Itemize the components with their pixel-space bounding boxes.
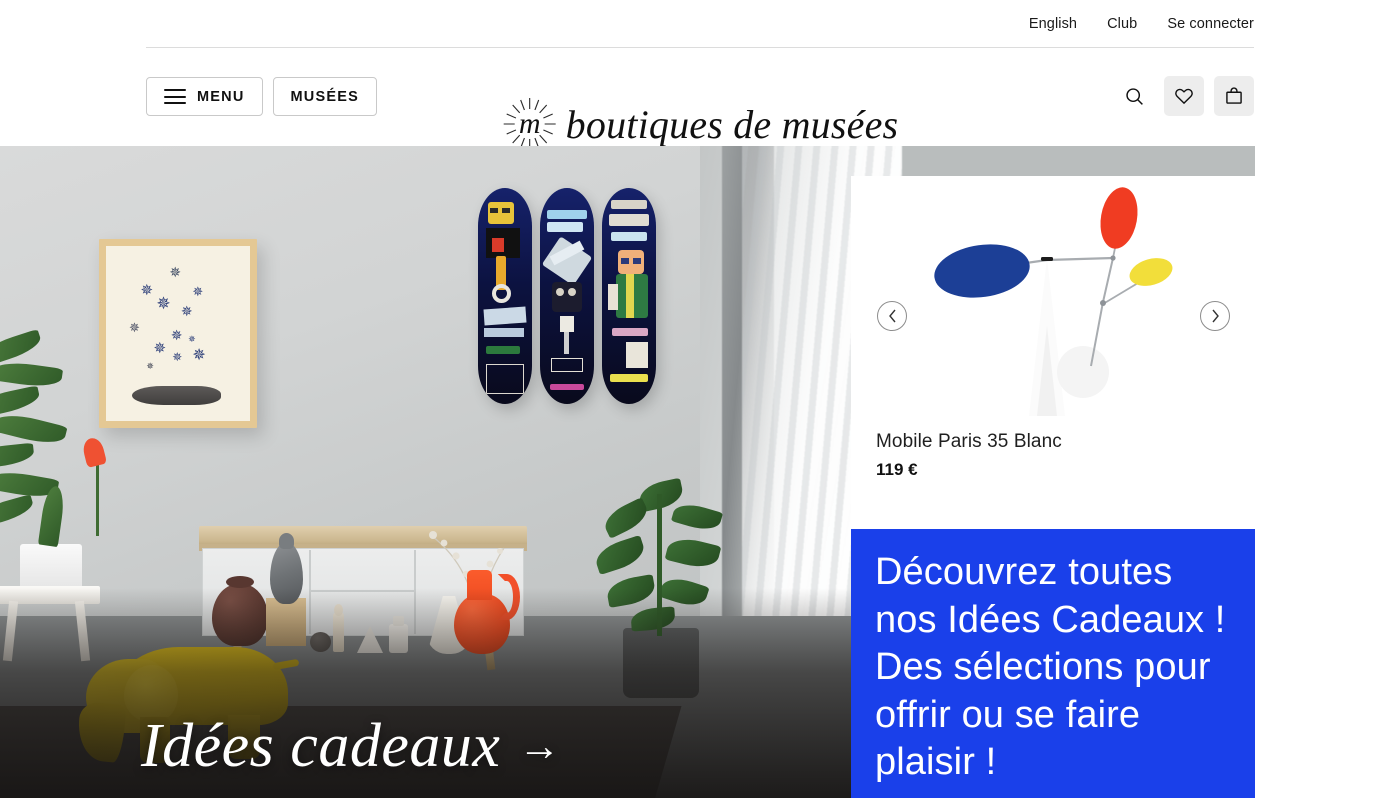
search-icon[interactable] (1114, 76, 1154, 116)
product-title: Mobile Paris 35 Blanc (876, 431, 1062, 452)
right-gutter (1255, 146, 1400, 798)
site-logo[interactable]: m boutiques de musées (502, 96, 899, 152)
framed-poster: ✵ ✵ ✵ ✵ ✵ ✵ ✵ ✵ ✵ ✵ ✵ ✵ (99, 239, 257, 428)
arrow-right-icon: → (518, 723, 561, 770)
white-jar (389, 616, 408, 653)
museums-button[interactable]: MUSÉES (272, 77, 377, 116)
login-link[interactable]: Se connecter (1167, 16, 1254, 32)
product-price: 119 € (876, 460, 918, 479)
promo-text: Découvrez toutes nos Idées Cadeaux ! Des… (875, 551, 1226, 783)
tulip-stem (96, 458, 99, 536)
dark-sphere (310, 632, 331, 652)
sunburst-icon: m (502, 96, 558, 152)
skateboard-decks (478, 188, 658, 408)
fiddle-leaf-fig (587, 476, 737, 706)
product-image (851, 176, 1255, 421)
main-header: MENU MUSÉES m boutiques de musées (0, 48, 1400, 150)
logo-wordmark: boutiques de musées (565, 101, 899, 147)
menu-button-label: MENU (197, 88, 245, 105)
club-link[interactable]: Club (1107, 16, 1137, 32)
product-card[interactable]: Mobile Paris 35 Blanc 119 € (851, 176, 1255, 529)
hero-title-link[interactable]: Idées cadeaux → (141, 711, 561, 782)
logo-monogram: m (518, 107, 541, 140)
white-cone-object (357, 626, 383, 653)
promo-panel[interactable]: Découvrez toutes nos Idées Cadeaux ! Des… (851, 529, 1255, 798)
white-candlestick (333, 604, 344, 652)
museums-button-label: MUSÉES (290, 88, 359, 105)
utility-nav: English Club Se connecter (0, 0, 1400, 48)
bag-icon[interactable] (1214, 76, 1254, 116)
white-pot (20, 544, 82, 592)
homepage: English Club Se connecter MENU MUSÉES m … (0, 0, 1400, 798)
lang-link[interactable]: English (1029, 16, 1077, 32)
menu-button[interactable]: MENU (146, 77, 263, 116)
hero-title-text: Idées cadeaux (141, 712, 501, 780)
carousel-prev-button[interactable] (877, 301, 907, 331)
hamburger-icon (164, 89, 186, 104)
heart-icon[interactable] (1164, 76, 1204, 116)
carousel-next-button[interactable] (1200, 301, 1230, 331)
